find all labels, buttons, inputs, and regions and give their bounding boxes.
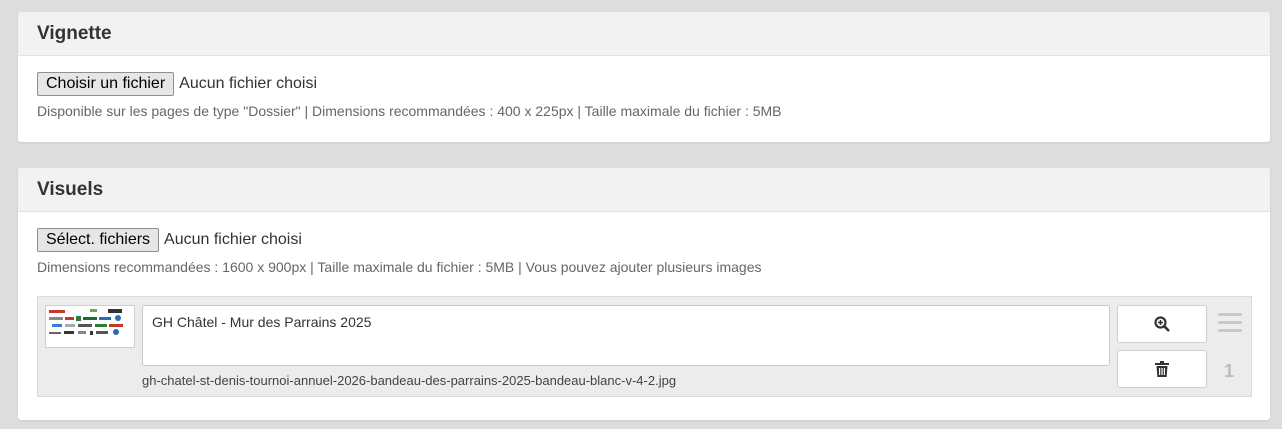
trash-icon bbox=[1155, 361, 1169, 377]
visuels-file-input[interactable]: Sélect. fichiers Aucun fichier choisi bbox=[37, 228, 1251, 252]
vignette-hint: Disponible sur les pages de type "Dossie… bbox=[37, 103, 782, 119]
visuels-select-files-button[interactable]: Sélect. fichiers bbox=[37, 228, 160, 252]
vignette-choose-file-button[interactable]: Choisir un fichier bbox=[37, 72, 175, 96]
zoom-button[interactable] bbox=[1117, 305, 1207, 343]
visuels-file-status: Aucun fichier choisi bbox=[164, 231, 302, 248]
zoom-in-icon bbox=[1154, 316, 1170, 332]
visuels-hint: Dimensions recommandées : 1600 x 900px |… bbox=[37, 259, 762, 275]
vignette-panel: Vignette Choisir un fichier Aucun fichie… bbox=[18, 12, 1270, 142]
image-caption-field[interactable] bbox=[142, 305, 1110, 366]
visuels-title: Visuels bbox=[18, 168, 1270, 212]
visuels-panel: Visuels Sélect. fichiers Aucun fichier c… bbox=[18, 168, 1270, 420]
image-position-number: 1 bbox=[1224, 361, 1235, 381]
drag-handle-icon[interactable] bbox=[1218, 313, 1242, 333]
sponsor-logos-thumbnail[interactable] bbox=[45, 305, 135, 348]
uploaded-image-item: gh-chatel-st-denis-tournoi-annuel-2026-b… bbox=[37, 296, 1252, 397]
image-filename: gh-chatel-st-denis-tournoi-annuel-2026-b… bbox=[142, 373, 677, 388]
vignette-file-status: Aucun fichier choisi bbox=[179, 75, 317, 92]
vignette-file-input[interactable]: Choisir un fichier Aucun fichier choisi bbox=[37, 72, 1251, 96]
delete-button[interactable] bbox=[1117, 350, 1207, 388]
thumbnail-logos-image bbox=[49, 309, 123, 335]
vignette-title: Vignette bbox=[18, 12, 1270, 56]
